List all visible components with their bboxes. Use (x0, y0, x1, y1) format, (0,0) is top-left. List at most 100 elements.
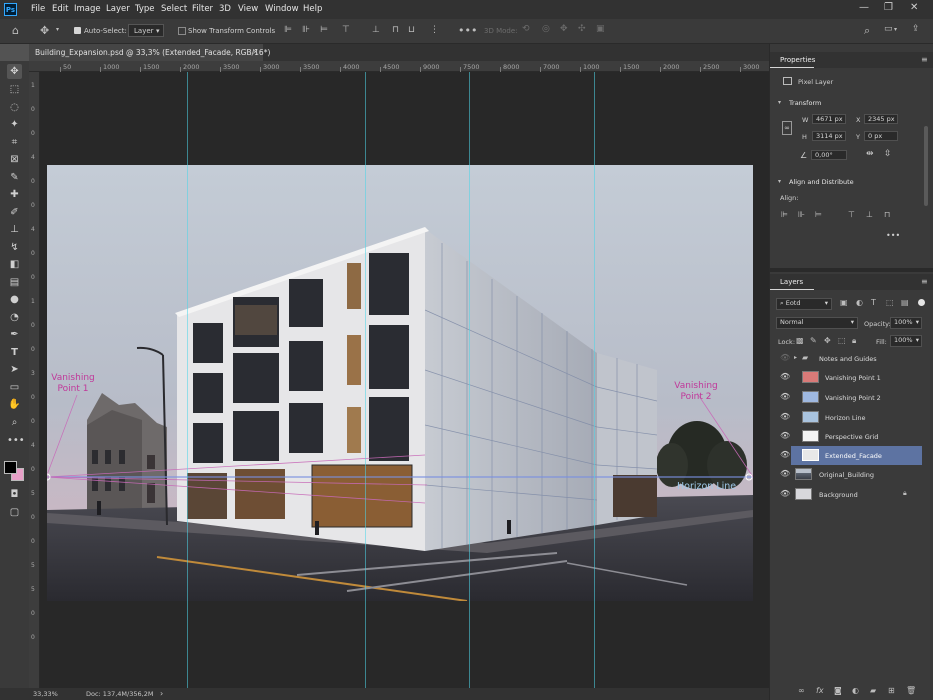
properties-menu-icon[interactable]: ≡ (921, 55, 928, 64)
chevron-down-icon[interactable]: ▾ (778, 178, 781, 185)
restore-icon[interactable]: ❐ (884, 2, 893, 13)
history-brush-icon[interactable]: ↯ (7, 240, 22, 255)
menu-help[interactable]: Help (303, 4, 322, 14)
guide-line[interactable] (365, 72, 366, 688)
menu-window[interactable]: Window (265, 4, 299, 14)
eraser-tool-icon[interactable]: ◧ (7, 257, 22, 272)
marquee-tool-icon[interactable]: ⬚ (7, 82, 22, 97)
brush-tool-icon[interactable]: ✐ (7, 205, 22, 220)
dodge-tool-icon[interactable]: ◔ (7, 310, 22, 325)
guide-line[interactable] (469, 72, 470, 688)
visibility-eye-icon[interactable]: 👁︎ (780, 372, 790, 381)
gradient-tool-icon[interactable]: ▤ (7, 275, 22, 290)
guide-line[interactable] (594, 72, 595, 688)
document-canvas[interactable]: Vanishing Point 1 Vanishing Point 2 Hori… (47, 165, 753, 601)
layer-row-vanishing-point-1[interactable]: Vanishing Point 1 (791, 368, 922, 387)
rectangle-tool-icon[interactable]: ▭ (7, 380, 22, 395)
lock-position-icon[interactable]: ✥ (824, 336, 831, 345)
layer-row-notes-and-guides[interactable]: ▸ ▰ Notes and Guides (791, 349, 922, 368)
visibility-eye-icon[interactable]: 👁︎ (780, 431, 790, 440)
align-center-h-icon[interactable]: ⊪ (798, 210, 805, 219)
lock-artboard-icon[interactable]: ⬚ (838, 336, 846, 345)
guide-line[interactable] (187, 72, 188, 688)
adjustment-icon[interactable]: ◐ (852, 686, 859, 695)
menu-view[interactable]: View (238, 4, 258, 14)
menu-image[interactable]: Image (74, 4, 101, 14)
trash-icon[interactable]: 🗑︎ (906, 686, 916, 695)
chevron-down-icon[interactable]: ▾ (56, 26, 59, 33)
layer-filter-dropdown[interactable]: ⌕ Eotd ▾ (776, 298, 832, 310)
opacity-input[interactable]: 100% ▾ (890, 317, 922, 329)
link-dimensions-icon[interactable]: ∞ (782, 121, 792, 135)
transform-section-title[interactable]: Transform (789, 99, 821, 107)
hand-tool-icon[interactable]: ✋ (7, 397, 22, 412)
layers-title[interactable]: Layers (780, 278, 803, 286)
filter-type-icon[interactable]: T (871, 298, 876, 307)
align-middle-v-icon[interactable]: ⊥ (372, 25, 380, 35)
align-left-icon[interactable]: ⊫ (284, 25, 292, 35)
lasso-tool-icon[interactable]: ◌ (7, 100, 22, 115)
align-bottom-icon[interactable]: ⊓ (884, 210, 890, 219)
properties-title[interactable]: Properties (780, 56, 815, 64)
filter-smart-object-icon[interactable]: ▤ (901, 298, 909, 307)
show-transform-checkbox[interactable] (178, 27, 186, 35)
type-tool-icon[interactable]: T (7, 345, 22, 360)
align-distribute-title[interactable]: Align and Distribute (789, 178, 854, 186)
visibility-eye-icon[interactable]: 👁︎ (780, 450, 790, 459)
healing-brush-icon[interactable]: ✚ (7, 187, 22, 202)
lock-all-icon[interactable]: 🔒︎ (852, 336, 856, 346)
menu-file[interactable]: File (31, 4, 45, 14)
status-arrow-icon[interactable]: › (160, 689, 163, 698)
flip-vertical-icon[interactable]: ⇳ (884, 149, 892, 159)
share-icon[interactable]: ⇪ (912, 24, 920, 34)
frame-tool-icon[interactable]: ⊠ (7, 152, 22, 167)
align-center-h-icon[interactable]: ⊪ (302, 25, 310, 35)
y-input[interactable]: 0 px (864, 131, 898, 141)
layer-row-horizon-line[interactable]: Horizon Line (791, 408, 922, 427)
angle-input[interactable]: 0,00° (811, 150, 847, 160)
minimize-icon[interactable]: — (859, 2, 869, 13)
foreground-color-swatch[interactable] (4, 461, 17, 474)
move-tool-icon[interactable]: ✥ (40, 24, 49, 37)
mask-icon[interactable]: ◙ (834, 686, 842, 695)
visibility-eye-icon[interactable]: 👁︎ (780, 412, 790, 421)
link-icon[interactable]: ∞ (798, 686, 805, 695)
zoom-level[interactable]: 33,33% (33, 690, 58, 698)
workspace-icon[interactable]: ▭ (884, 24, 893, 34)
chevron-right-icon[interactable]: ▸ (794, 354, 797, 361)
lock-transparent-icon[interactable]: ▩ (796, 336, 804, 345)
lock-pixels-icon[interactable]: ✎ (810, 336, 817, 345)
layer-row-vanishing-point-2[interactable]: Vanishing Point 2 (791, 388, 922, 407)
align-bottom-icon[interactable]: ⊓ (392, 25, 399, 35)
menu-layer[interactable]: Layer (106, 4, 130, 14)
layers-menu-icon[interactable]: ≡ (921, 277, 928, 286)
filter-pixel-icon[interactable]: ▣ (840, 298, 848, 307)
home-icon[interactable]: ⌂ (12, 24, 19, 37)
distribute-icon[interactable]: ⊔ (408, 25, 415, 35)
photoshop-logo-icon[interactable]: Ps (4, 3, 17, 16)
menu-type[interactable]: Type (135, 4, 155, 14)
blur-tool-icon[interactable]: ● (7, 292, 22, 307)
move-tool-icon[interactable]: ✥ (7, 64, 22, 79)
filter-adjustment-icon[interactable]: ◐ (856, 298, 863, 307)
layer-row-background[interactable]: Background 🔒︎ (791, 485, 922, 504)
path-selection-icon[interactable]: ➤ (7, 362, 22, 377)
fill-input[interactable]: 100% ▾ (890, 335, 922, 347)
layer-row-perspective-grid[interactable]: Perspective Grid (791, 427, 922, 446)
more-align-options-icon[interactable]: ••• (886, 231, 900, 240)
group-icon[interactable]: ▰ (870, 686, 876, 695)
menu-select[interactable]: Select (161, 4, 187, 14)
more-options-icon[interactable]: ••• (458, 24, 477, 37)
align-left-icon[interactable]: ⊫ (781, 210, 788, 219)
filter-shape-icon[interactable]: ⬚ (886, 298, 894, 307)
clone-stamp-icon[interactable]: ⊥ (7, 222, 22, 237)
layer-row-extended-facade[interactable]: Extended_Facade (791, 446, 922, 465)
properties-scrollbar[interactable] (924, 126, 928, 206)
crop-tool-icon[interactable]: ⌗ (7, 135, 22, 150)
screen-mode-icon[interactable]: ▢ (7, 505, 22, 520)
menu-filter[interactable]: Filter (192, 4, 213, 14)
fx-icon[interactable]: fx (816, 686, 824, 695)
new-layer-icon[interactable]: ⊞ (888, 686, 895, 695)
width-input[interactable]: 4671 px (812, 114, 846, 124)
auto-select-checkbox[interactable] (74, 27, 81, 34)
